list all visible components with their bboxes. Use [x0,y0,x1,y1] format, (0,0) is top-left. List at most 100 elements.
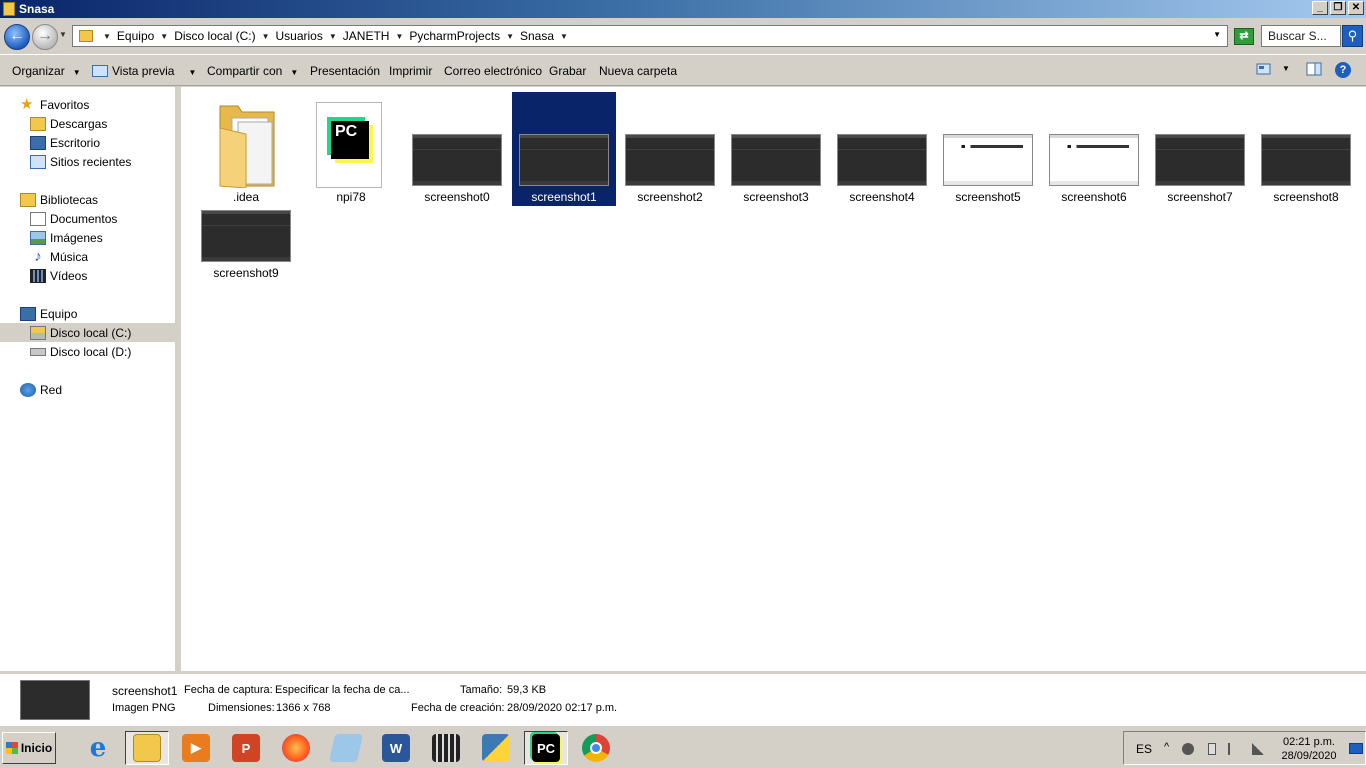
restore-button[interactable]: ❐ [1330,1,1346,15]
forward-button[interactable]: → [32,24,58,50]
nav-favorites[interactable]: ★ Favoritos [20,95,89,114]
media-player-icon: ▶ [182,734,210,762]
nav-computer-label: Equipo [40,306,78,321]
usb-device-icon[interactable] [1208,743,1216,755]
chevron-down-icon[interactable]: ▼ [506,32,514,41]
show-hidden-icons-chevron-icon[interactable]: ^ [1164,741,1176,753]
recent-pages-chevron-icon[interactable]: ▼ [59,30,67,39]
taskbar-file-explorer[interactable] [125,731,169,765]
image-thumbnail [1261,134,1351,186]
organize-menu[interactable]: Organizar ▼ [12,64,81,78]
print-button[interactable]: Imprimir [389,64,432,78]
nav-computer[interactable]: Equipo [20,304,77,323]
file-item-image[interactable]: screenshot8 [1254,92,1358,206]
minimize-button[interactable]: _ [1312,1,1328,15]
file-item-image[interactable]: screenshot3 [724,92,828,206]
address-history-chevron-icon[interactable]: ▼ [1213,30,1221,39]
nav-item-recent-places[interactable]: Sitios recientes [30,152,131,171]
help-icon[interactable]: ? [1335,62,1351,78]
file-item-image[interactable]: screenshot5 [936,92,1040,206]
chevron-down-icon[interactable]: ▼ [160,32,168,41]
file-item-pycharm[interactable]: PC npi78 [299,92,403,206]
taskbar-word[interactable]: W [374,731,418,765]
refresh-button[interactable]: ⇄ [1234,28,1254,45]
nav-network-label: Red [40,382,63,397]
details-capture-value[interactable]: Especificar la fecha de ca... [275,684,410,696]
file-item-image[interactable]: screenshot7 [1148,92,1252,206]
search-icon[interactable]: ⚲ [1342,25,1363,47]
image-thumbnail [201,210,291,262]
network-signal-icon[interactable] [1252,743,1264,755]
change-view-icon[interactable] [1256,62,1274,78]
email-button[interactable]: Correo electrónico [444,64,542,78]
file-label: screenshot2 [637,190,703,204]
taskbar: Inicio e ▶ P W PC ES ^ 02:21 p.m. 28/09/… [0,725,1366,768]
view-options-chevron-icon[interactable]: ▼ [1282,64,1300,80]
chevron-down-icon[interactable]: ▼ [329,32,337,41]
file-item-image[interactable]: screenshot4 [830,92,934,206]
taskbar-internet-explorer[interactable]: e [76,731,120,765]
nav-item-disk-c[interactable]: Disco local (C:) [0,323,175,342]
language-indicator[interactable]: ES [1136,742,1152,756]
breadcrumb-item[interactable]: Equipo [117,29,154,43]
nav-item-documents[interactable]: Documentos [30,209,117,228]
nav-libraries[interactable]: Bibliotecas [20,190,98,209]
system-tray: ES ^ 02:21 p.m. 28/09/2020 [1123,731,1366,765]
taskbar-powerpoint[interactable]: P [224,731,268,765]
nav-item-desktop[interactable]: Escritorio [30,133,100,152]
taskbar-media-player[interactable]: ▶ [174,731,218,765]
file-item-image-selected[interactable]: screenshot1 [512,92,616,206]
new-folder-button[interactable]: Nueva carpeta [599,64,677,78]
file-label: npi78 [336,190,366,204]
breadcrumb-item[interactable]: Disco local (C:) [174,29,255,43]
breadcrumb-item[interactable]: Snasa [520,29,554,43]
taskbar-chrome[interactable] [574,731,618,765]
show-desktop-icon[interactable] [1349,743,1363,754]
nav-item-downloads[interactable]: Descargas [30,114,107,133]
chevron-down-icon[interactable]: ▼ [103,32,111,41]
presentation-button[interactable]: Presentación [310,64,380,78]
taskbar-pycharm[interactable]: PC [524,731,568,765]
drive-c-icon [30,325,46,340]
start-button[interactable]: Inicio [2,732,56,764]
preview-menu[interactable]: Vista previa ▼ [92,64,196,78]
file-item-image[interactable]: screenshot9 [194,168,298,282]
file-item-image[interactable]: screenshot6 [1042,92,1146,206]
action-center-flag-icon[interactable] [1228,743,1240,755]
selected-file-thumbnail [20,680,90,720]
powerpoint-icon: P [232,734,260,762]
downloads-folder-icon [30,116,46,131]
file-item-image[interactable]: screenshot0 [405,92,509,206]
breadcrumb-item[interactable]: JANETH [343,29,390,43]
taskbar-notepad[interactable] [324,731,368,765]
burn-button[interactable]: Grabar [549,64,586,78]
chevron-down-icon[interactable]: ▼ [560,32,568,41]
share-menu[interactable]: Compartir con ▼ [207,64,298,78]
nav-item-label: Imágenes [50,230,103,245]
taskbar-python[interactable] [474,731,518,765]
taskbar-terminal-app[interactable] [424,731,468,765]
back-button[interactable]: ← [4,24,30,50]
windows-logo-icon [5,742,18,754]
chevron-down-icon[interactable]: ▼ [395,32,403,41]
breadcrumb-item[interactable]: Usuarios [276,29,323,43]
address-row: ← → ▼ ▼ Equipo ▼ Disco local (C:) ▼ Usua… [0,18,1366,54]
nav-item-disk-d[interactable]: Disco local (D:) [30,342,131,361]
nav-item-videos[interactable]: Vídeos [30,266,87,285]
address-bar[interactable]: ▼ Equipo ▼ Disco local (C:) ▼ Usuarios ▼… [72,25,1228,47]
sync-icon[interactable] [1182,743,1194,755]
file-item-image[interactable]: screenshot2 [618,92,722,206]
chevron-down-icon[interactable]: ▼ [262,32,270,41]
details-filename: screenshot1 [112,684,178,698]
nav-item-music[interactable]: ♪ Música [30,247,88,266]
close-button[interactable]: ✕ [1348,1,1364,15]
nav-network[interactable]: Red [20,380,62,399]
clock[interactable]: 02:21 p.m. 28/09/2020 [1278,735,1340,763]
preview-pane-icon[interactable] [1306,62,1324,78]
breadcrumb-item[interactable]: PycharmProjects [409,29,500,43]
chevron-down-icon: ▼ [72,68,81,77]
search-input[interactable]: Buscar S... [1261,25,1341,47]
details-filetype: Imagen PNG [112,702,176,714]
nav-item-pictures[interactable]: Imágenes [30,228,103,247]
taskbar-firefox[interactable] [274,731,318,765]
